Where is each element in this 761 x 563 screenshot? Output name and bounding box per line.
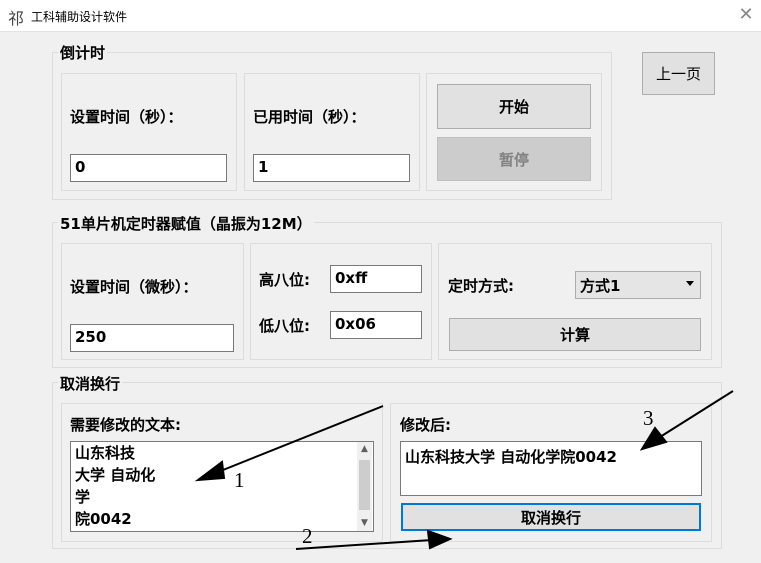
- pause-button[interactable]: 暂停: [437, 137, 591, 181]
- timer51-set-time-label: 设置时间（微秒）：: [70, 278, 198, 296]
- scroll-up-icon[interactable]: ▲: [357, 442, 372, 456]
- cancel-wrap-button[interactable]: 取消换行: [401, 503, 701, 531]
- high-byte-label: 高八位:: [259, 271, 310, 289]
- timer51-result-panel: [250, 243, 432, 360]
- output-text: 山东科技大学 自动化学院0042: [405, 448, 617, 466]
- set-time-label: 设置时间（秒）：: [70, 108, 183, 126]
- countdown-group-title: 倒计时: [58, 42, 108, 63]
- input-line: 山东科技: [75, 444, 136, 462]
- app-icon: 祁: [8, 9, 25, 28]
- timer-mode-value: 方式1: [580, 277, 621, 295]
- chevron-down-icon: [686, 281, 694, 286]
- calculate-button[interactable]: 计算: [449, 318, 701, 351]
- input-scrollbar[interactable]: ▲ ▼: [357, 442, 372, 531]
- annotation-label-1: 1: [234, 468, 245, 492]
- close-icon[interactable]: ✕: [734, 4, 758, 25]
- timer-mode-select[interactable]: 方式1: [575, 271, 701, 299]
- input-line: 大学 自动化: [75, 466, 156, 484]
- timer-mode-label: 定时方式:: [448, 277, 514, 295]
- input-textarea[interactable]: 山东科技 大学 自动化 学 院0042: [70, 441, 374, 532]
- low-byte-input[interactable]: 0x06: [330, 311, 422, 339]
- scroll-down-icon[interactable]: ▼: [357, 516, 372, 530]
- used-time-label: 已用时间（秒）：: [253, 108, 366, 126]
- input-text-label: 需要修改的文本:: [70, 416, 181, 434]
- cancel-wrap-group-title: 取消换行: [58, 373, 123, 394]
- timer51-group-title: 51单片机定时器赋值（晶振为12M）: [58, 213, 314, 234]
- timer51-set-time-input[interactable]: 250: [70, 324, 234, 352]
- set-time-input[interactable]: 0: [70, 154, 227, 182]
- output-text-label: 修改后:: [400, 416, 451, 434]
- output-textarea[interactable]: 山东科技大学 自动化学院0042: [400, 441, 702, 496]
- title-bar: 祁 工科辅助设计软件 ✕: [0, 0, 761, 32]
- window-title: 工科辅助设计软件: [31, 10, 128, 24]
- high-byte-input[interactable]: 0xff: [330, 265, 422, 293]
- low-byte-label: 低八位:: [259, 317, 310, 335]
- input-line: 院0042: [75, 510, 132, 528]
- scroll-thumb[interactable]: [359, 460, 370, 510]
- used-time-input[interactable]: 1: [253, 154, 410, 182]
- start-button[interactable]: 开始: [437, 84, 591, 129]
- prev-page-button[interactable]: 上一页: [642, 52, 715, 95]
- annotation-label-3: 3: [643, 406, 654, 430]
- input-line: 学: [75, 488, 91, 506]
- annotation-label-2: 2: [302, 524, 313, 548]
